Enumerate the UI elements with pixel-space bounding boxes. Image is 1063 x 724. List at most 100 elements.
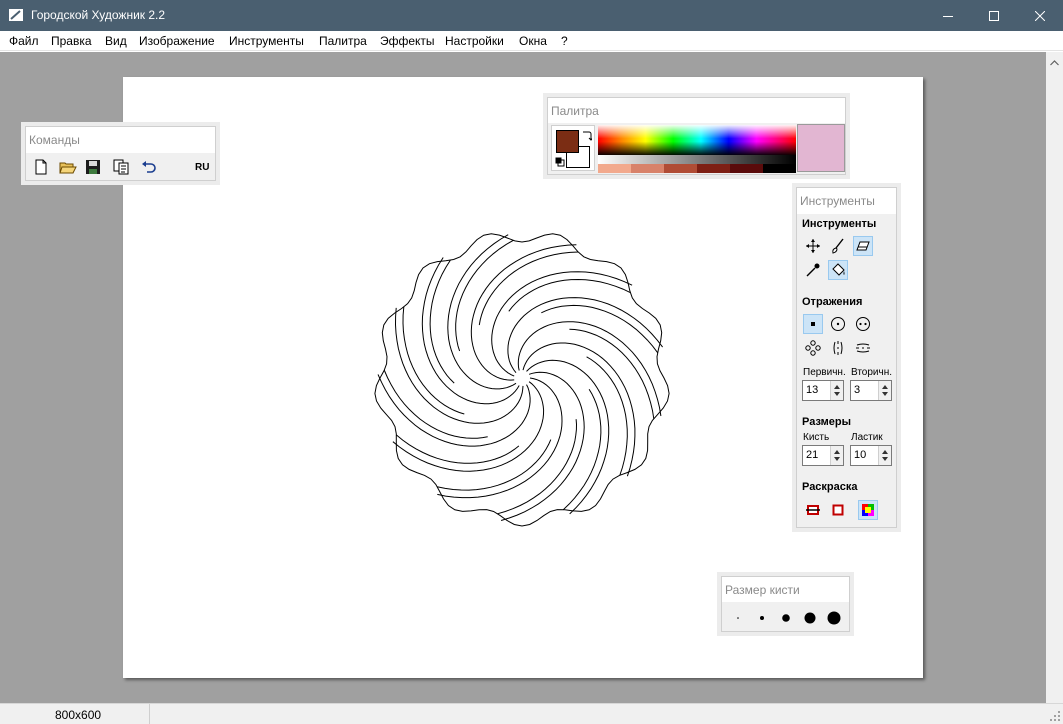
app-icon <box>9 9 23 21</box>
color-preview <box>797 124 845 172</box>
primary-stepper[interactable]: 13 <box>802 380 844 401</box>
tools-body: Инструменты Отражения Первичн. Вторичн. … <box>797 214 896 527</box>
menu-bar: Файл Правка Вид Изображение Инструменты … <box>0 31 1063 51</box>
primary-stepper-buttons[interactable] <box>830 381 843 400</box>
primary-value[interactable]: 13 <box>806 384 818 396</box>
stepper-up-icon[interactable] <box>882 450 888 454</box>
menu-palette[interactable]: Палитра <box>319 34 367 48</box>
tools-panel: Инструменты Инструменты Отражения Первич… <box>796 187 897 528</box>
single-point-icon <box>811 322 815 326</box>
sizes-section-title: Размеры <box>802 416 852 428</box>
close-button[interactable] <box>1017 0 1063 31</box>
palette-swatch[interactable] <box>697 164 731 173</box>
menu-view[interactable]: Вид <box>105 34 127 48</box>
reflection-vertical-button[interactable] <box>828 338 848 358</box>
primary-color-swatch[interactable] <box>556 130 579 153</box>
menu-effects[interactable]: Эффекты <box>380 34 435 48</box>
commands-panel-title: Команды <box>29 133 80 147</box>
menu-help[interactable]: ? <box>561 34 568 48</box>
coloring-multicolor-button[interactable] <box>858 500 878 520</box>
spiral-arm-stroke <box>470 244 577 381</box>
stepper-up-icon[interactable] <box>834 450 840 454</box>
brush-size-value[interactable]: 21 <box>806 449 818 461</box>
reflection-horizontal-button[interactable] <box>853 338 873 358</box>
eraser-size-label: Ластик <box>851 432 883 443</box>
secondary-stepper-buttons[interactable] <box>878 381 891 400</box>
resize-grip-icon[interactable] <box>1049 710 1061 722</box>
circle-symmetry-icon <box>831 317 845 331</box>
reflection-none-button[interactable] <box>803 314 823 334</box>
eraser-tool-button[interactable] <box>853 236 873 256</box>
brush-size-body <box>722 602 849 631</box>
brush-size-medium[interactable] <box>776 608 796 628</box>
palette-swatch[interactable] <box>664 164 698 173</box>
tools-panel-title: Инструменты <box>800 194 875 208</box>
dot-medium-icon <box>782 614 790 622</box>
open-folder-icon <box>59 162 77 174</box>
dot-xlarge-icon <box>827 611 841 625</box>
language-indicator[interactable]: RU <box>195 162 209 173</box>
new-file-button[interactable] <box>31 157 51 177</box>
open-file-button[interactable] <box>58 157 78 177</box>
reflection-flower-button[interactable] <box>803 338 823 358</box>
status-bar: 800x600 <box>0 703 1063 724</box>
dot-tiny-icon <box>737 617 739 619</box>
menu-settings[interactable]: Настройки <box>445 34 504 48</box>
palette-swatch[interactable] <box>763 164 796 173</box>
stepper-up-icon[interactable] <box>882 385 888 389</box>
stepper-down-icon[interactable] <box>882 392 888 396</box>
spiral-cross-stroke <box>569 328 655 419</box>
eyedropper-tool-button[interactable] <box>803 260 823 280</box>
palette-swatch[interactable] <box>730 164 764 173</box>
fill-tool-button[interactable] <box>828 260 848 280</box>
save-icon <box>86 160 100 174</box>
scroll-up-icon[interactable] <box>1050 60 1059 66</box>
palette-swatch[interactable] <box>631 164 665 173</box>
palette-panel-title: Палитра <box>551 104 599 118</box>
brush-size-small[interactable] <box>752 608 772 628</box>
save-button[interactable] <box>83 157 103 177</box>
maximize-button[interactable] <box>971 0 1017 31</box>
undo-button[interactable] <box>139 157 159 177</box>
brush-tool-button[interactable] <box>828 236 848 256</box>
tools-section-title: Инструменты <box>802 218 877 230</box>
menu-tools[interactable]: Инструменты <box>229 34 304 48</box>
minimize-button[interactable] <box>925 0 971 31</box>
secondary-stepper[interactable]: 3 <box>850 380 892 401</box>
stepper-down-icon[interactable] <box>834 392 840 396</box>
default-colors-icon[interactable] <box>555 157 565 167</box>
stepper-up-icon[interactable] <box>834 385 840 389</box>
secondary-label: Вторичн. <box>851 367 893 378</box>
coloring-outline-button[interactable] <box>828 500 848 520</box>
brush-stepper-buttons[interactable] <box>830 446 843 465</box>
brush-size-stepper[interactable]: 21 <box>802 445 844 466</box>
brush-size-tiny[interactable] <box>728 608 748 628</box>
spiral-arm-stroke <box>394 307 524 424</box>
current-colors[interactable] <box>551 125 595 171</box>
swap-colors-icon[interactable] <box>582 129 592 141</box>
eraser-size-stepper[interactable]: 10 <box>850 445 892 466</box>
vertical-scrollbar[interactable] <box>1046 52 1063 703</box>
copy-button[interactable] <box>111 157 131 177</box>
menu-image[interactable]: Изображение <box>139 34 215 48</box>
color-spectrum[interactable] <box>598 125 796 173</box>
spiral-cross-stroke <box>395 434 520 464</box>
reflection-circle-button[interactable] <box>828 314 848 334</box>
eraser-stepper-buttons[interactable] <box>878 446 891 465</box>
secondary-value[interactable]: 3 <box>854 384 860 396</box>
move-tool-button[interactable] <box>803 236 823 256</box>
minimize-icon <box>943 15 953 17</box>
coloring-fill-outline-button[interactable] <box>803 500 823 520</box>
stepper-down-icon[interactable] <box>882 457 888 461</box>
brush-size-large[interactable] <box>800 608 820 628</box>
spiral-cross-stroke <box>478 251 579 326</box>
menu-windows[interactable]: Окна <box>519 34 547 48</box>
reflection-double-button[interactable] <box>853 314 873 334</box>
brush-size-xlarge[interactable] <box>824 608 844 628</box>
menu-file[interactable]: Файл <box>9 34 39 48</box>
menu-edit[interactable]: Правка <box>51 34 92 48</box>
palette-swatch[interactable] <box>598 164 632 173</box>
reflections-section-title: Отражения <box>802 296 863 308</box>
stepper-down-icon[interactable] <box>834 457 840 461</box>
eraser-size-value[interactable]: 10 <box>854 449 866 461</box>
